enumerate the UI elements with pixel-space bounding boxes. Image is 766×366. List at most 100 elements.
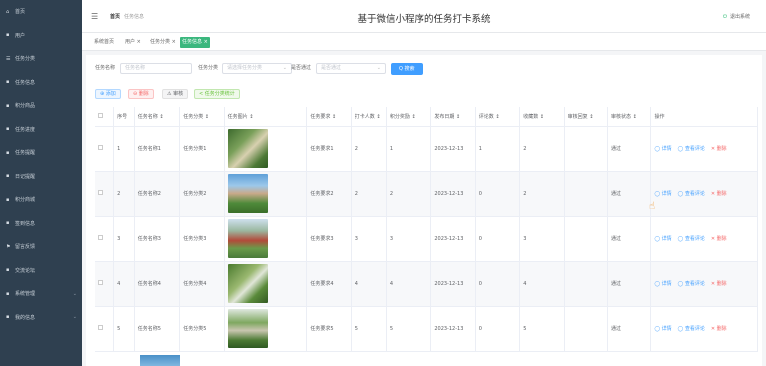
task-category-cell: 任务分类1 — [179, 126, 225, 172]
column-header[interactable]: 操作 — [650, 107, 758, 127]
detail-button[interactable]: ◯ 详情 — [654, 236, 671, 242]
row-delete-button[interactable]: ✕ 删除 — [711, 281, 727, 287]
tab-users[interactable]: 用户 × — [123, 37, 143, 48]
sidebar-item[interactable]: ▪ 任务提醒 — [0, 141, 82, 165]
sidebar-item[interactable]: ▪ 积分商城 — [0, 188, 82, 212]
task-image-thumb[interactable] — [227, 129, 268, 168]
column-header[interactable]: 积分奖励 ↕ — [386, 107, 432, 127]
row-checkbox[interactable] — [98, 280, 103, 285]
column-header[interactable] — [95, 107, 115, 127]
view-comments-button[interactable]: ◯ 查看评论 — [678, 146, 705, 152]
sidebar-item[interactable]: ⌂ 首页 — [0, 0, 82, 24]
detail-button[interactable]: ◯ 详情 — [654, 281, 671, 287]
task-image-thumb[interactable] — [227, 309, 268, 348]
name-input[interactable]: 任务名称 — [120, 63, 192, 74]
task-image-cell — [224, 126, 308, 172]
add-button[interactable]: ⊕ 添加 — [95, 89, 121, 99]
sidebar-item[interactable]: ▪ 任务进度 — [0, 118, 82, 142]
column-header[interactable]: 任务图片 ↕ — [224, 107, 308, 127]
menu-icon: ▪ — [6, 126, 10, 133]
row-delete-button[interactable]: ✕ 删除 — [711, 326, 727, 332]
row-checkbox[interactable] — [98, 235, 103, 240]
view-comments-button[interactable]: ◯ 查看评论 — [678, 326, 705, 332]
column-header[interactable]: 审核状态 ↕ — [607, 107, 652, 127]
publish-date-cell: 2023-12-13 — [430, 126, 476, 172]
search-button[interactable]: Q 搜索 — [391, 63, 423, 75]
task-image-thumb[interactable] — [227, 174, 268, 213]
sidebar-item[interactable]: ▪ 用户 — [0, 24, 82, 48]
logout-button[interactable]: ⏻ 退出系统 — [723, 13, 750, 20]
tab-home[interactable]: 系统首页 — [92, 37, 116, 48]
view-comments-button[interactable]: ◯ 查看评论 — [678, 281, 705, 287]
index-cell: 4 — [113, 261, 135, 307]
audit-button[interactable]: ⚠ 审核 — [162, 89, 189, 99]
delete-button[interactable]: ⊖ 删除 — [128, 89, 154, 99]
task-image-thumb[interactable] — [227, 264, 268, 303]
sidebar-item[interactable]: ⚑ 留言反馈 — [0, 235, 82, 259]
task-image-thumb — [140, 355, 180, 366]
sidebar-item[interactable]: ▪ 系统管理 ⌄ — [0, 282, 82, 306]
menu-icon: ▪ — [6, 314, 10, 321]
row-checkbox[interactable] — [98, 190, 103, 195]
column-header[interactable]: 序号 — [113, 107, 135, 127]
tab-task-category[interactable]: 任务分类 × — [148, 37, 178, 48]
pointer-cursor-icon: ☝ — [649, 201, 656, 212]
column-header[interactable]: 任务分类 ↕ — [179, 107, 225, 127]
row-delete-button[interactable]: ✕ 删除 — [711, 191, 727, 197]
points-cell: 1 — [386, 126, 432, 172]
column-header[interactable]: 收藏数 ↕ — [519, 107, 565, 127]
row-select-cell — [95, 216, 115, 262]
main-panel: 任务名称 任务名称 任务分类 请选择任务分类 ⌄ 是否通过 是否通过 ⌄ Q 搜索 … — [86, 55, 762, 366]
tab-task-info[interactable]: 任务信息 × — [180, 37, 210, 48]
category-stat-button[interactable]: < 任务分类统计 — [194, 89, 240, 99]
name-filter-label: 任务名称 — [95, 65, 116, 71]
table-row[interactable]: 2 任务名称2 任务分类2 任务要求2 2 2 2023-12-13 0 2 通过 ◯ 详情 ◯ 查看… — [95, 171, 758, 217]
sidebar: ⌂ 首页 ▪ 用户 ☰ 任务分类 ▪ 任务信息 ▪ 积分商品 ▪ 任务进度 ▪ 任务提醒 ▪ 日记提醒 ▪ 积分商… — [0, 0, 82, 366]
detail-button[interactable]: ◯ 详情 — [654, 191, 671, 197]
table-row[interactable]: 1 任务名称1 任务分类1 任务要求1 2 1 2023-12-13 1 2 通过 ◯ 详情 ◯ 查看… — [95, 126, 758, 172]
column-header[interactable]: 打卡人数 ↕ — [351, 107, 387, 127]
detail-button[interactable]: ◯ 详情 — [654, 146, 671, 152]
row-checkbox[interactable] — [98, 325, 103, 330]
sidebar-item[interactable]: ▪ 签到信息 — [0, 212, 82, 236]
column-header[interactable]: 审核回复 ↕ — [564, 107, 609, 127]
task-name-cell: 任务名称1 — [134, 126, 181, 172]
task-image-thumb[interactable] — [227, 219, 268, 258]
menu-icon: ▪ — [6, 267, 10, 274]
sidebar-item[interactable]: ▪ 我的信息 ⌄ — [0, 306, 82, 330]
task-name-cell: 任务名称4 — [134, 261, 181, 307]
column-header[interactable]: 评论数 ↕ — [475, 107, 521, 127]
column-header[interactable]: 任务要求 ↕ — [306, 107, 352, 127]
table-row[interactable]: 3 任务名称3 任务分类3 任务要求3 3 3 2023-12-13 0 3 通过 ◯ 详情 ◯ 查看… — [95, 216, 758, 262]
task-name-cell: 任务名称5 — [134, 306, 181, 352]
table-row[interactable]: 5 任务名称5 任务分类5 任务要求5 5 5 2023-12-13 0 5 通过 ◯ 详情 ◯ 查看… — [95, 306, 758, 352]
index-cell: 1 — [113, 126, 135, 172]
sidebar-item-label: 签到信息 — [15, 220, 36, 227]
audit-status-cell: 通过 — [607, 216, 652, 262]
row-delete-button[interactable]: ✕ 删除 — [711, 236, 727, 242]
points-cell: 4 — [386, 261, 432, 307]
sidebar-item[interactable]: ▪ 日记提醒 — [0, 165, 82, 189]
row-delete-button[interactable]: ✕ 删除 — [711, 146, 727, 152]
audit-reply-cell — [564, 216, 609, 262]
category-select[interactable]: 请选择任务分类 ⌄ — [222, 63, 292, 74]
row-checkbox[interactable] — [98, 145, 103, 150]
view-comments-button[interactable]: ◯ 查看评论 — [678, 191, 705, 197]
audit-status-cell: 通过 — [607, 261, 652, 307]
view-comments-button[interactable]: ◯ 查看评论 — [678, 236, 705, 242]
sidebar-item[interactable]: ☰ 任务分类 — [0, 47, 82, 71]
task-category-cell: 任务分类2 — [179, 171, 225, 217]
publish-date-cell: 2023-12-13 — [430, 261, 476, 307]
detail-button[interactable]: ◯ 详情 — [654, 326, 671, 332]
column-header[interactable]: 任务名称 ↕ — [134, 107, 181, 127]
sidebar-item[interactable]: ▪ 交流论坛 — [0, 259, 82, 283]
sidebar-item-label: 积分商城 — [15, 197, 36, 204]
sidebar-item[interactable]: ▪ 任务信息 — [0, 71, 82, 95]
column-header[interactable]: 发布日期 ↕ — [430, 107, 476, 127]
audit-select[interactable]: 是否通过 ⌄ — [316, 63, 386, 74]
menu-icon: ▪ — [6, 32, 10, 39]
select-all-checkbox[interactable] — [98, 112, 103, 118]
comment-count-cell: 0 — [475, 216, 521, 262]
sidebar-item[interactable]: ▪ 积分商品 — [0, 94, 82, 118]
table-row[interactable]: 4 任务名称4 任务分类4 任务要求4 4 4 2023-12-13 0 4 通过 ◯ 详情 ◯ 查看… — [95, 261, 758, 307]
